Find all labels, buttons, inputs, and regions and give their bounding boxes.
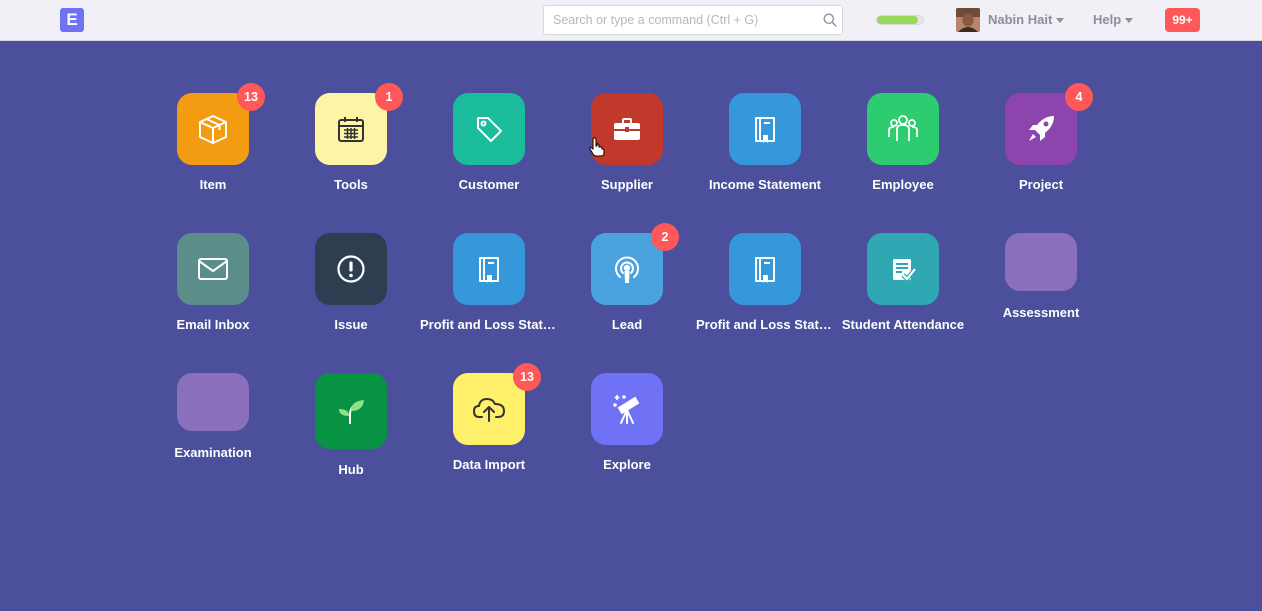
module-lead[interactable]: 2 Lead: [558, 223, 696, 343]
module-icon-tile[interactable]: [867, 233, 939, 305]
module-badge: 1: [375, 83, 403, 111]
setup-progress-fill: [877, 16, 919, 24]
module-label: Profit and Loss Statement: [696, 317, 834, 332]
module-label: Project: [1018, 177, 1064, 192]
hand-cursor-icon: [589, 137, 605, 157]
user-menu[interactable]: Nabin Hait: [988, 12, 1065, 27]
module-customer[interactable]: Customer: [420, 93, 558, 203]
module-data-import[interactable]: 13 Data Import: [420, 363, 558, 483]
module-icon-tile[interactable]: [177, 233, 249, 305]
module-icon-tile[interactable]: [729, 93, 801, 165]
briefcase-icon: [614, 118, 640, 140]
module-label: Customer: [458, 177, 520, 192]
module-item[interactable]: 13 Item: [144, 83, 282, 203]
module-label: Employee: [872, 177, 934, 192]
module-income-statement[interactable]: Income Statement: [696, 93, 834, 203]
module-icon-tile[interactable]: [867, 93, 939, 165]
navbar: E Nabin Hait Help 99+: [0, 0, 1262, 41]
calendar-icon: [338, 117, 364, 142]
rocket-icon: [1029, 116, 1054, 141]
module-explore[interactable]: Explore: [558, 373, 696, 483]
module-profit-and-loss-statement-2[interactable]: Profit and Loss Statement: [696, 233, 834, 343]
module-profit-and-loss-statement[interactable]: Profit and Loss Statement: [420, 233, 558, 343]
notifications-badge[interactable]: 99+: [1165, 8, 1200, 32]
podcast-icon: [615, 256, 639, 283]
module-label: Email Inbox: [176, 317, 250, 332]
module-badge: 13: [513, 363, 541, 391]
book-icon: [755, 257, 775, 283]
exclamation-icon: [337, 255, 365, 283]
module-issue[interactable]: Issue: [282, 233, 420, 343]
module-label: Assessment: [1002, 305, 1080, 320]
module-badge: 13: [237, 83, 265, 111]
module-label: Examination: [174, 445, 252, 460]
user-name-label: Nabin Hait: [988, 12, 1053, 27]
module-assessment[interactable]: Assessment: [972, 233, 1110, 343]
tag-icon: [477, 117, 502, 142]
module-employee[interactable]: Employee: [834, 93, 972, 203]
module-examination[interactable]: Examination: [144, 373, 282, 483]
checklist-icon: [893, 259, 917, 283]
module-project[interactable]: 4 Project: [972, 83, 1110, 203]
module-tools[interactable]: 1 Tools: [282, 83, 420, 203]
cloud-upload-icon: [473, 398, 505, 422]
module-label: Data Import: [452, 457, 526, 472]
chevron-down-icon: [1056, 18, 1065, 24]
people-icon: [888, 115, 918, 141]
module-icon-tile[interactable]: [1005, 233, 1077, 291]
module-icon-tile[interactable]: [315, 373, 387, 449]
module-student-attendance[interactable]: Student Attendance: [834, 233, 972, 343]
module-label: Issue: [334, 317, 368, 332]
app-logo[interactable]: E: [60, 8, 84, 32]
module-icon-tile[interactable]: [177, 373, 249, 431]
module-badge: 2: [651, 223, 679, 251]
module-icon-tile[interactable]: [453, 233, 525, 305]
module-icon-tile[interactable]: [315, 233, 387, 305]
module-label: Explore: [603, 457, 651, 472]
setup-progress-bar[interactable]: [876, 15, 924, 25]
module-label: Supplier: [600, 177, 653, 192]
help-label: Help: [1093, 12, 1122, 27]
awesome-bar[interactable]: [543, 5, 843, 35]
avatar[interactable]: [956, 8, 980, 32]
chevron-down-icon: [1125, 18, 1134, 24]
book-icon: [755, 117, 775, 143]
module-label: Item: [199, 177, 227, 192]
user-avatar-icon: [956, 8, 980, 32]
module-label: Profit and Loss Statement: [420, 317, 558, 332]
box-icon: [199, 115, 227, 144]
book-icon: [479, 257, 499, 283]
telescope-icon: [613, 395, 640, 424]
help-menu[interactable]: Help: [1093, 12, 1134, 27]
envelope-icon: [198, 258, 228, 280]
module-label: Lead: [611, 317, 643, 332]
module-label: Hub: [338, 462, 364, 477]
module-icon-tile[interactable]: [729, 233, 801, 305]
module-supplier[interactable]: Supplier: [558, 93, 696, 203]
module-icon-tile[interactable]: [591, 373, 663, 445]
module-icon-tile[interactable]: [453, 93, 525, 165]
sprout-icon: [339, 400, 364, 424]
module-badge: 4: [1065, 83, 1093, 111]
module-label: Student Attendance: [841, 317, 965, 332]
module-label: Tools: [334, 177, 368, 192]
search-icon[interactable]: [823, 13, 837, 27]
module-label: Income Statement: [709, 177, 821, 192]
search-input[interactable]: [544, 6, 823, 34]
module-hub[interactable]: Hub: [282, 373, 420, 483]
module-email-inbox[interactable]: Email Inbox: [144, 233, 282, 343]
